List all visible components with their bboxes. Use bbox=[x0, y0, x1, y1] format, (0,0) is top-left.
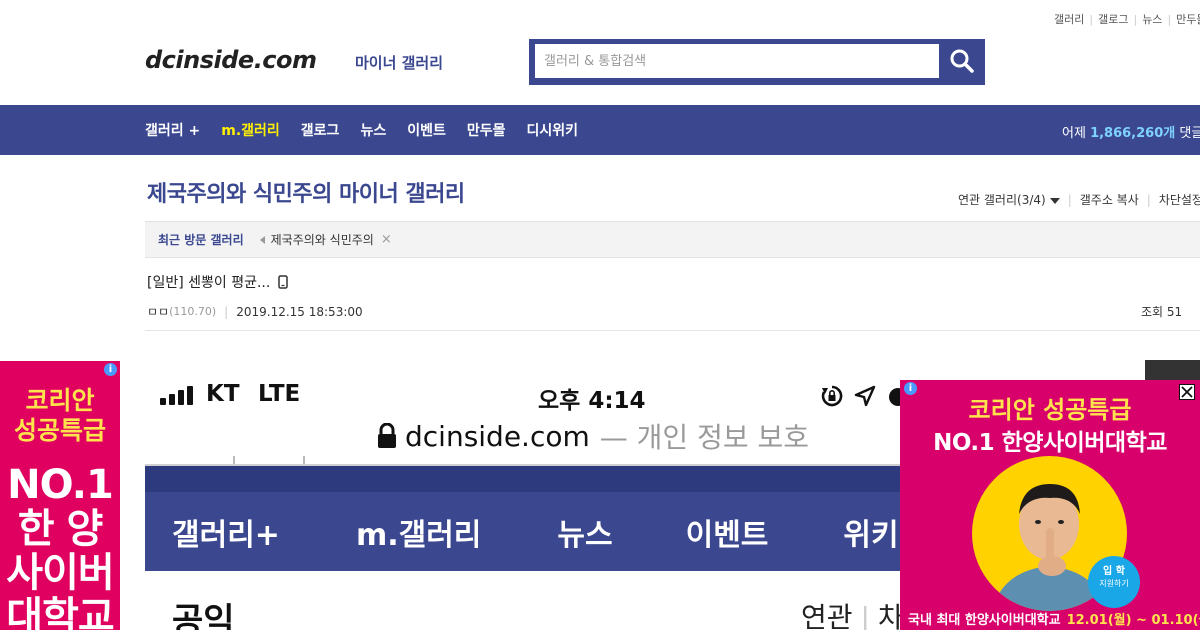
network-type: LTE bbox=[258, 381, 301, 407]
phone-nav-items: 갤러리+ m.갤러리 뉴스 이벤트 위키 bbox=[145, 492, 899, 571]
post-title: [일반] 센뽕이 평균... bbox=[147, 272, 289, 292]
search-box bbox=[529, 39, 985, 85]
rotation-lock-icon bbox=[821, 385, 843, 407]
post-header-divider bbox=[145, 330, 1200, 331]
right-ad-footer-text: 국내 최대 한양사이버대학교 bbox=[908, 613, 1061, 628]
gallery-links: 연관 갤러리(3/4) | 갤주소 복사 | 차단설정 bbox=[958, 191, 1200, 208]
right-ad-headline: 코리안 성공특급 bbox=[968, 396, 1132, 424]
phone-right-text-1: 연관 bbox=[801, 601, 853, 630]
gallery-title[interactable]: 제국주의와 식민주의 마이너 갤러리 bbox=[147, 176, 465, 208]
post-title-text: [일반] 센뽕이 평균... bbox=[147, 275, 271, 291]
post-date: 2019.12.15 18:53:00 bbox=[236, 304, 363, 319]
stats-suffix: 댓글 bbox=[1179, 126, 1200, 141]
related-gallery-label: 연관 갤러리(3/4) bbox=[958, 193, 1046, 207]
arrow-left-icon[interactable] bbox=[259, 235, 265, 244]
stats-label: 어제 bbox=[1062, 126, 1086, 141]
logo-subtitle[interactable]: 마이너 갤러리 bbox=[355, 52, 443, 73]
status-time: 오후 4:14 bbox=[538, 388, 646, 414]
nav-item-mall[interactable]: 만두몰 bbox=[467, 120, 506, 140]
search-icon bbox=[950, 49, 974, 73]
util-link-gallog[interactable]: 갤로그 bbox=[1098, 11, 1128, 27]
nav-stats: 어제 1,866,260개 댓글 bbox=[1062, 122, 1200, 141]
apply-badge-sub: 지원하기 bbox=[1099, 579, 1129, 588]
right-ad-footer: 국내 최대 한양사이버대학교 12.01(월) ~ 01.10(금) bbox=[908, 609, 1200, 628]
close-icon[interactable]: × bbox=[381, 232, 392, 247]
block-settings-button[interactable]: 차단설정 bbox=[1159, 191, 1200, 208]
utility-links: 갤러리|갤로그|뉴스|만두몰 bbox=[1054, 11, 1200, 27]
search-input[interactable] bbox=[535, 44, 939, 78]
side-dark-strip bbox=[1145, 360, 1200, 380]
nav-item-wiki[interactable]: 디시위키 bbox=[526, 120, 578, 140]
post-views: 조회 51 bbox=[1141, 305, 1183, 319]
phone-right-links: 연관 | 차 bbox=[801, 596, 904, 630]
phone-nav-news: 뉴스 bbox=[557, 517, 613, 553]
page: 갤러리|갤로그|뉴스|만두몰 dcinside.com 마이너 갤러리 갤러리 … bbox=[0, 0, 1200, 630]
ad-info-icon[interactable]: i bbox=[104, 363, 117, 376]
alarm-icon bbox=[889, 388, 900, 406]
copy-address-button[interactable]: 갤주소 복사 bbox=[1080, 191, 1139, 208]
nav-item-news[interactable]: 뉴스 bbox=[360, 120, 386, 140]
right-popup-ad[interactable]: i 코리안 성공특급 NO.1 한양사이버대학교 입 학 지원하기 국내 최대 … bbox=[900, 380, 1200, 630]
nav-item-gallery[interactable]: 갤러리 + bbox=[145, 120, 200, 140]
nav-item-event[interactable]: 이벤트 bbox=[407, 120, 446, 140]
mobile-phone-icon bbox=[278, 275, 289, 289]
post-meta: ㅁㅁ (110.70) | 2019.12.15 18:53:00 bbox=[147, 303, 363, 320]
left-ad-line5: 사이버 bbox=[6, 550, 114, 596]
nav-item-mgallery[interactable]: m.갤러리 bbox=[221, 120, 280, 140]
signal-bars-icon bbox=[160, 386, 193, 405]
right-ad-footer-dates: 12.01(월) ~ 01.10(금) bbox=[1066, 613, 1200, 628]
recent-visited-label: 최근 방문 갤러리 bbox=[158, 233, 244, 247]
phone-page-heading: 공익 bbox=[172, 601, 235, 630]
apply-badge[interactable]: 입 학 지원하기 bbox=[1088, 556, 1140, 608]
carrier-name: KT bbox=[206, 381, 240, 407]
related-gallery-button[interactable]: 연관 갤러리(3/4) bbox=[958, 191, 1060, 208]
apply-badge-main: 입 학 bbox=[1103, 566, 1125, 577]
recent-visited-item[interactable]: 제국주의와 식민주의 bbox=[271, 231, 374, 248]
main-nav: 갤러리 + m.갤러리 갤로그 뉴스 이벤트 만두몰 디시위키 어제 1,866… bbox=[0, 105, 1200, 155]
search-button[interactable] bbox=[943, 44, 981, 78]
left-ad-line2: 성공특급 bbox=[13, 416, 106, 445]
left-ad-line3: NO.1 bbox=[7, 462, 114, 508]
phone-nav-event: 이벤트 bbox=[685, 517, 769, 553]
phone-url-privacy: — 개인 정보 보호 bbox=[599, 421, 810, 454]
lock-icon bbox=[378, 423, 396, 448]
left-ad-line4: 한 양 bbox=[17, 506, 104, 552]
left-ad-body: NO.1 한 양 사이버 대학교 bbox=[0, 463, 120, 630]
left-banner-ad[interactable]: i 코리안 성공특급 NO.1 한 양 사이버 대학교 bbox=[0, 361, 120, 630]
site-logo[interactable]: dcinside.com bbox=[145, 46, 317, 74]
left-ad-headline: 코리안 성공특급 bbox=[0, 386, 120, 446]
caret-down-icon bbox=[1049, 198, 1060, 204]
location-arrow-icon bbox=[854, 385, 876, 407]
post-author[interactable]: ㅁㅁ bbox=[147, 303, 169, 320]
right-ad-subhead: NO.1 한양사이버대학교 bbox=[933, 430, 1167, 456]
left-ad-line1: 코리안 bbox=[25, 386, 95, 415]
recent-visited-bar: 최근 방문 갤러리 제국주의와 식민주의 × bbox=[145, 221, 1200, 258]
util-link-mall[interactable]: 만두몰 bbox=[1176, 11, 1200, 27]
nav-item-gallog[interactable]: 갤로그 bbox=[301, 120, 340, 140]
phone-nav-gallery: 갤러리+ bbox=[172, 517, 280, 553]
phone-url-domain: dcinside.com bbox=[405, 419, 590, 453]
nav-items: 갤러리 + m.갤러리 갤로그 뉴스 이벤트 만두몰 디시위키 bbox=[145, 105, 599, 155]
stats-count: 1,866,260개 bbox=[1090, 126, 1176, 141]
post-author-ip: (110.70) bbox=[169, 305, 217, 318]
status-icons bbox=[820, 384, 900, 408]
phone-nav-wiki: 위키 bbox=[843, 517, 899, 553]
util-link-gallery[interactable]: 갤러리 bbox=[1054, 11, 1084, 27]
phone-nav-mgallery: m.갤러리 bbox=[355, 517, 482, 553]
phone-url-line: dcinside.com — 개인 정보 보호 bbox=[377, 416, 809, 456]
util-link-news[interactable]: 뉴스 bbox=[1142, 11, 1162, 27]
left-ad-line6: 대학교 bbox=[6, 594, 114, 630]
